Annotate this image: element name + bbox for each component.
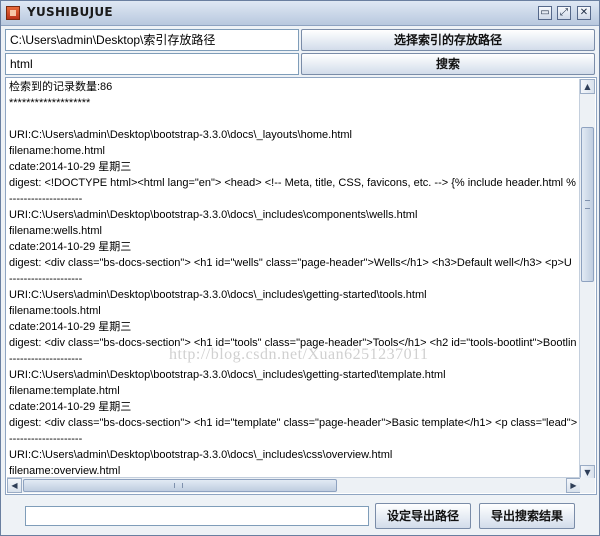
select-index-path-button[interactable]: 选择索引的存放路径 xyxy=(301,29,595,51)
result-line: -------------------- xyxy=(9,433,83,445)
app-window: YUSHIBUJUE ▭ ⤢ ✕ C:\Users\admin\Desktop\… xyxy=(0,0,600,536)
result-line: filename:tools.html xyxy=(9,305,101,317)
result-line: digest: <div class="bs-docs-section"> <h… xyxy=(9,257,572,269)
title-bar[interactable]: YUSHIBUJUE ▭ ⤢ ✕ xyxy=(1,1,599,26)
scroll-up-icon[interactable]: ▲ xyxy=(580,79,595,94)
set-export-path-button[interactable]: 设定导出路径 xyxy=(375,503,471,529)
result-line: URI:C:\Users\admin\Desktop\bootstrap-3.3… xyxy=(9,449,393,461)
result-line: 检索到的记录数量:86 xyxy=(9,81,113,93)
export-path-input[interactable] xyxy=(25,506,369,526)
horizontal-scroll-thumb[interactable] xyxy=(23,479,337,492)
window-title: YUSHIBUJUE xyxy=(27,5,113,19)
maximize-icon[interactable]: ⤢ xyxy=(557,6,571,20)
scroll-left-icon[interactable]: ◀ xyxy=(7,478,22,493)
result-line: digest: <!DOCTYPE html><html lang="en"> … xyxy=(9,177,576,189)
result-line: digest: <div class="bs-docs-section"> <h… xyxy=(9,417,578,429)
result-line: ******************* xyxy=(9,97,91,109)
result-line: cdate:2014-10-29 星期三 xyxy=(9,161,132,173)
vertical-scrollbar[interactable]: ▲ ▼ xyxy=(579,79,595,480)
search-input[interactable]: html xyxy=(5,53,299,75)
result-line: URI:C:\Users\admin\Desktop\bootstrap-3.3… xyxy=(9,289,427,301)
search-button[interactable]: 搜索 xyxy=(301,53,595,75)
scroll-right-icon[interactable]: ▶ xyxy=(566,478,581,493)
app-logo-icon xyxy=(6,6,20,20)
result-line: cdate:2014-10-29 星期三 xyxy=(9,241,132,253)
results-area[interactable]: 检索到的记录数量:86 ******************* URI:C:\Use… xyxy=(5,77,597,495)
scrollbar-corner xyxy=(580,478,595,493)
result-line: filename:home.html xyxy=(9,145,105,157)
horizontal-scrollbar[interactable]: ◀ ▶ xyxy=(7,477,581,493)
results-text: 检索到的记录数量:86 ******************* URI:C:\Use… xyxy=(7,79,581,480)
result-line: URI:C:\Users\admin\Desktop\bootstrap-3.3… xyxy=(9,129,352,141)
export-results-button[interactable]: 导出搜索结果 xyxy=(479,503,575,529)
result-line: cdate:2014-10-29 星期三 xyxy=(9,401,132,413)
result-line xyxy=(9,111,581,127)
result-line: filename:wells.html xyxy=(9,225,102,237)
close-icon[interactable]: ✕ xyxy=(577,6,591,20)
minimize-icon[interactable]: ▭ xyxy=(538,6,552,20)
watermark: http://blog.csdn.net/Xuan6251237011 xyxy=(169,346,429,363)
result-line: URI:C:\Users\admin\Desktop\bootstrap-3.3… xyxy=(9,369,446,381)
result-line: -------------------- xyxy=(9,193,83,205)
result-line: -------------------- xyxy=(9,273,83,285)
result-line: filename:template.html xyxy=(9,385,120,397)
result-line: cdate:2014-10-29 星期三 xyxy=(9,321,132,333)
vertical-scroll-thumb[interactable] xyxy=(581,127,594,282)
result-line: URI:C:\Users\admin\Desktop\bootstrap-3.3… xyxy=(9,209,418,221)
index-path-field[interactable]: C:\Users\admin\Desktop\索引存放路径 xyxy=(5,29,299,51)
